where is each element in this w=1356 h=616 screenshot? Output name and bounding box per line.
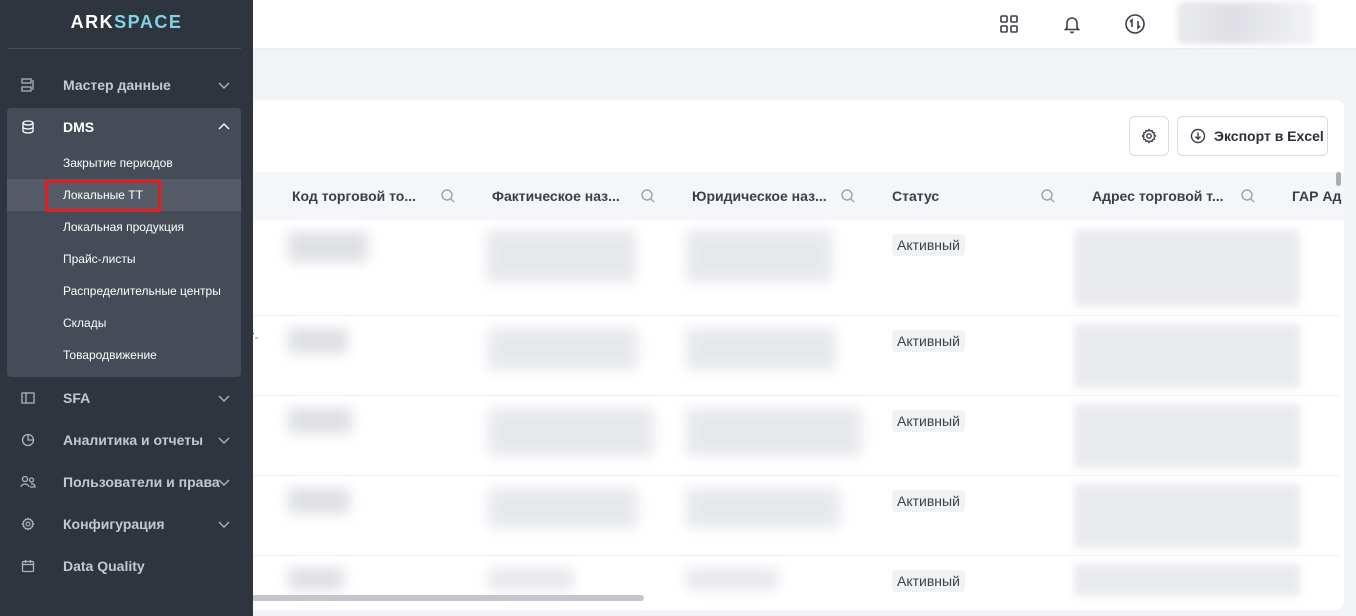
blurred-cell	[686, 568, 778, 590]
chevron-down-icon	[218, 479, 230, 486]
column-header-actual-name[interactable]: Фактическое наз...	[492, 172, 632, 220]
blurred-cell	[686, 230, 832, 282]
apps-grid-icon[interactable]	[997, 12, 1021, 36]
blurred-cell	[1074, 404, 1300, 468]
search-icon[interactable]	[440, 188, 456, 204]
blurred-cell	[488, 328, 638, 370]
table-row[interactable]: - Активный	[240, 396, 1340, 476]
table-settings-button[interactable]	[1129, 116, 1169, 156]
blurred-cell	[488, 488, 638, 528]
blurred-cell	[1074, 564, 1300, 596]
sidebar-item-data-quality[interactable]: Data Quality	[8, 545, 241, 587]
sidebar-item-analytics[interactable]: Аналитика и отчеты	[8, 419, 241, 461]
status-badge: Активный	[892, 410, 965, 432]
gear-icon	[1141, 128, 1157, 144]
content-card: Экспорт в Excel Код торговой то... Факти…	[240, 100, 1344, 610]
sidebar-subitem-local-products[interactable]: Локальная продукция	[7, 211, 241, 243]
blurred-cell	[486, 230, 636, 282]
sync-icon[interactable]	[1123, 12, 1147, 36]
horizontal-scrollbar[interactable]	[240, 594, 1340, 602]
sidebar-item-users[interactable]: Пользователи и права	[8, 461, 241, 503]
column-header-address[interactable]: Адрес торговой т...	[1092, 172, 1232, 220]
sidebar-panel-icon	[20, 390, 36, 406]
blurred-cell	[288, 408, 352, 434]
status-badge: Активный	[892, 490, 965, 512]
sidebar-item-master-data[interactable]: Мастер данные	[8, 64, 241, 106]
chevron-down-icon	[218, 395, 230, 402]
download-icon	[1190, 128, 1206, 144]
vertical-scrollbar[interactable]	[1336, 170, 1342, 594]
blurred-cell	[686, 408, 862, 456]
sidebar-subitem-price-lists[interactable]: Прайс-листы	[7, 243, 241, 275]
search-icon[interactable]	[640, 188, 656, 204]
blurred-cell	[686, 488, 840, 528]
sidebar-subitem-warehouses[interactable]: Склады	[7, 307, 241, 339]
export-excel-button[interactable]: Экспорт в Excel	[1177, 116, 1328, 156]
pie-chart-icon	[20, 432, 36, 448]
column-header-code[interactable]: Код торговой то...	[292, 172, 432, 220]
divider	[8, 48, 241, 49]
sidebar-subitem-goods-movement[interactable]: Товародвижение	[7, 339, 241, 371]
sidebar: ARKSPACE Мастер данные DMS Закрытие пери…	[0, 0, 253, 616]
blurred-cell	[288, 568, 344, 590]
status-badge: Активный	[892, 234, 965, 256]
blurred-cell	[288, 488, 350, 514]
blurred-cell	[488, 568, 574, 590]
export-label: Экспорт в Excel	[1214, 128, 1324, 144]
chevron-down-icon	[218, 521, 230, 528]
status-badge: Активный	[892, 330, 965, 352]
chevron-down-icon	[218, 437, 230, 444]
table-row[interactable]: Активный	[240, 476, 1340, 556]
app-logo[interactable]: ARKSPACE	[0, 12, 253, 33]
table-row[interactable]: Активный	[240, 556, 1340, 596]
column-header-status[interactable]: Статус	[892, 172, 1032, 220]
calendar-icon	[20, 558, 36, 574]
column-header-legal-name[interactable]: Юридическое наз...	[692, 172, 832, 220]
database-list-icon	[20, 77, 36, 93]
user-profile[interactable]	[1177, 2, 1315, 44]
status-badge: Активный	[892, 570, 965, 592]
sidebar-subitem-local-tt[interactable]: Локальные ТТ	[7, 179, 241, 211]
database-icon	[20, 119, 36, 135]
horizontal-scroll-thumb[interactable]	[240, 595, 644, 601]
blurred-cell	[488, 408, 654, 456]
blurred-cell	[288, 232, 368, 262]
sidebar-item-dms[interactable]: DMS	[8, 106, 241, 148]
chevron-down-icon	[218, 82, 230, 89]
chevron-up-icon	[218, 123, 230, 130]
vertical-scroll-thumb[interactable]	[1336, 172, 1341, 186]
blurred-cell	[1074, 324, 1300, 388]
sidebar-subitem-closing-periods[interactable]: Закрытие периодов	[7, 147, 241, 179]
search-icon[interactable]	[840, 188, 856, 204]
blurred-cell	[1074, 230, 1300, 306]
table-header: Код торговой то... Фактическое наз... Юр…	[240, 172, 1344, 220]
blurred-cell	[288, 328, 348, 354]
sidebar-subitem-distribution-centers[interactable]: Распределительные центры	[7, 275, 241, 307]
users-icon	[20, 474, 36, 490]
bell-icon[interactable]	[1060, 12, 1084, 36]
search-icon[interactable]	[1240, 188, 1256, 204]
sidebar-item-configuration[interactable]: Конфигурация	[8, 503, 241, 545]
table-row[interactable]: Активный	[240, 220, 1340, 316]
blurred-cell	[686, 328, 836, 370]
column-header-gar-address[interactable]: ГАР Ад	[1292, 172, 1341, 220]
gear-icon	[20, 516, 36, 532]
search-icon[interactable]	[1040, 188, 1056, 204]
table-row[interactable]: 7- Активный	[240, 316, 1340, 396]
sidebar-item-sfa[interactable]: SFA	[8, 377, 241, 419]
blurred-cell	[1074, 484, 1300, 548]
